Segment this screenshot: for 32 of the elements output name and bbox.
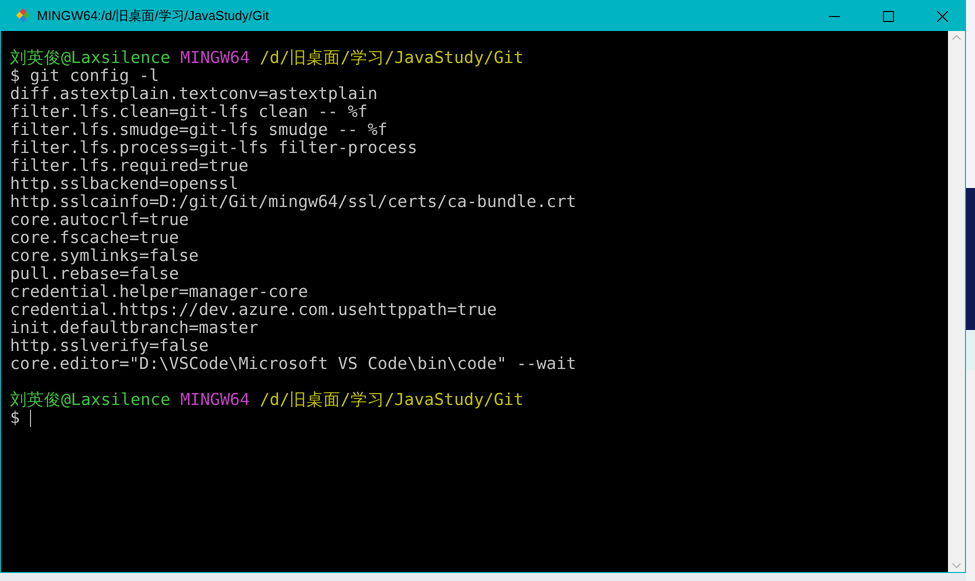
scroll-down-icon[interactable]	[952, 563, 961, 568]
output-line: credential.https://dev.azure.com.usehttppath=true	[10, 301, 497, 319]
output-line: filter.lfs.clean=git-lfs clean -- %f	[10, 103, 368, 121]
output-line: credential.helper=manager-core	[10, 283, 308, 301]
close-icon	[936, 10, 948, 22]
prompt-user: 刘英俊@Laxsilence	[10, 49, 170, 67]
output-line: http.sslbackend=openssl	[10, 175, 238, 193]
prompt-path: /d/旧桌面/学习/JavaStudy/Git	[260, 391, 524, 409]
output-line: filter.lfs.required=true	[10, 157, 248, 175]
scroll-up-icon[interactable]	[952, 35, 961, 40]
maximize-icon	[882, 10, 894, 22]
output-line: http.sslverify=false	[10, 337, 209, 355]
output-line: http.sslcainfo=D:/git/Git/mingw64/ssl/certs/ca-bundle.crt	[10, 193, 576, 211]
prompt-user: 刘英俊@Laxsilence	[10, 391, 170, 409]
scrollbar[interactable]	[948, 31, 965, 572]
output-line: pull.rebase=false	[10, 265, 179, 283]
prompt-path: /d/旧桌面/学习/JavaStudy/Git	[260, 49, 524, 67]
command-line: $ git config -l	[10, 67, 160, 85]
prompt-host: MINGW64	[180, 49, 250, 67]
output-line: init.defaultbranch=master	[10, 319, 258, 337]
app-icon	[13, 8, 29, 24]
window-title: MINGW64:/d/旧桌面/学习/JavaStudy/Git	[37, 7, 270, 25]
text-cursor	[30, 410, 31, 426]
output-line: diff.astextplain.textconv=astextplain	[10, 85, 378, 103]
output-line: filter.lfs.smudge=git-lfs smudge -- %f	[10, 121, 388, 139]
output-line: core.autocrlf=true	[10, 211, 189, 229]
prompt-symbol: $	[10, 409, 20, 427]
output-line: filter.lfs.process=git-lfs filter-process	[10, 139, 418, 157]
output-line: core.editor="D:\VSCode\Microsoft VS Code\bin\code" --wait	[10, 355, 576, 373]
output-line: core.fscache=true	[10, 229, 179, 247]
output-line: core.symlinks=false	[10, 247, 199, 265]
prompt-host: MINGW64	[180, 391, 250, 409]
